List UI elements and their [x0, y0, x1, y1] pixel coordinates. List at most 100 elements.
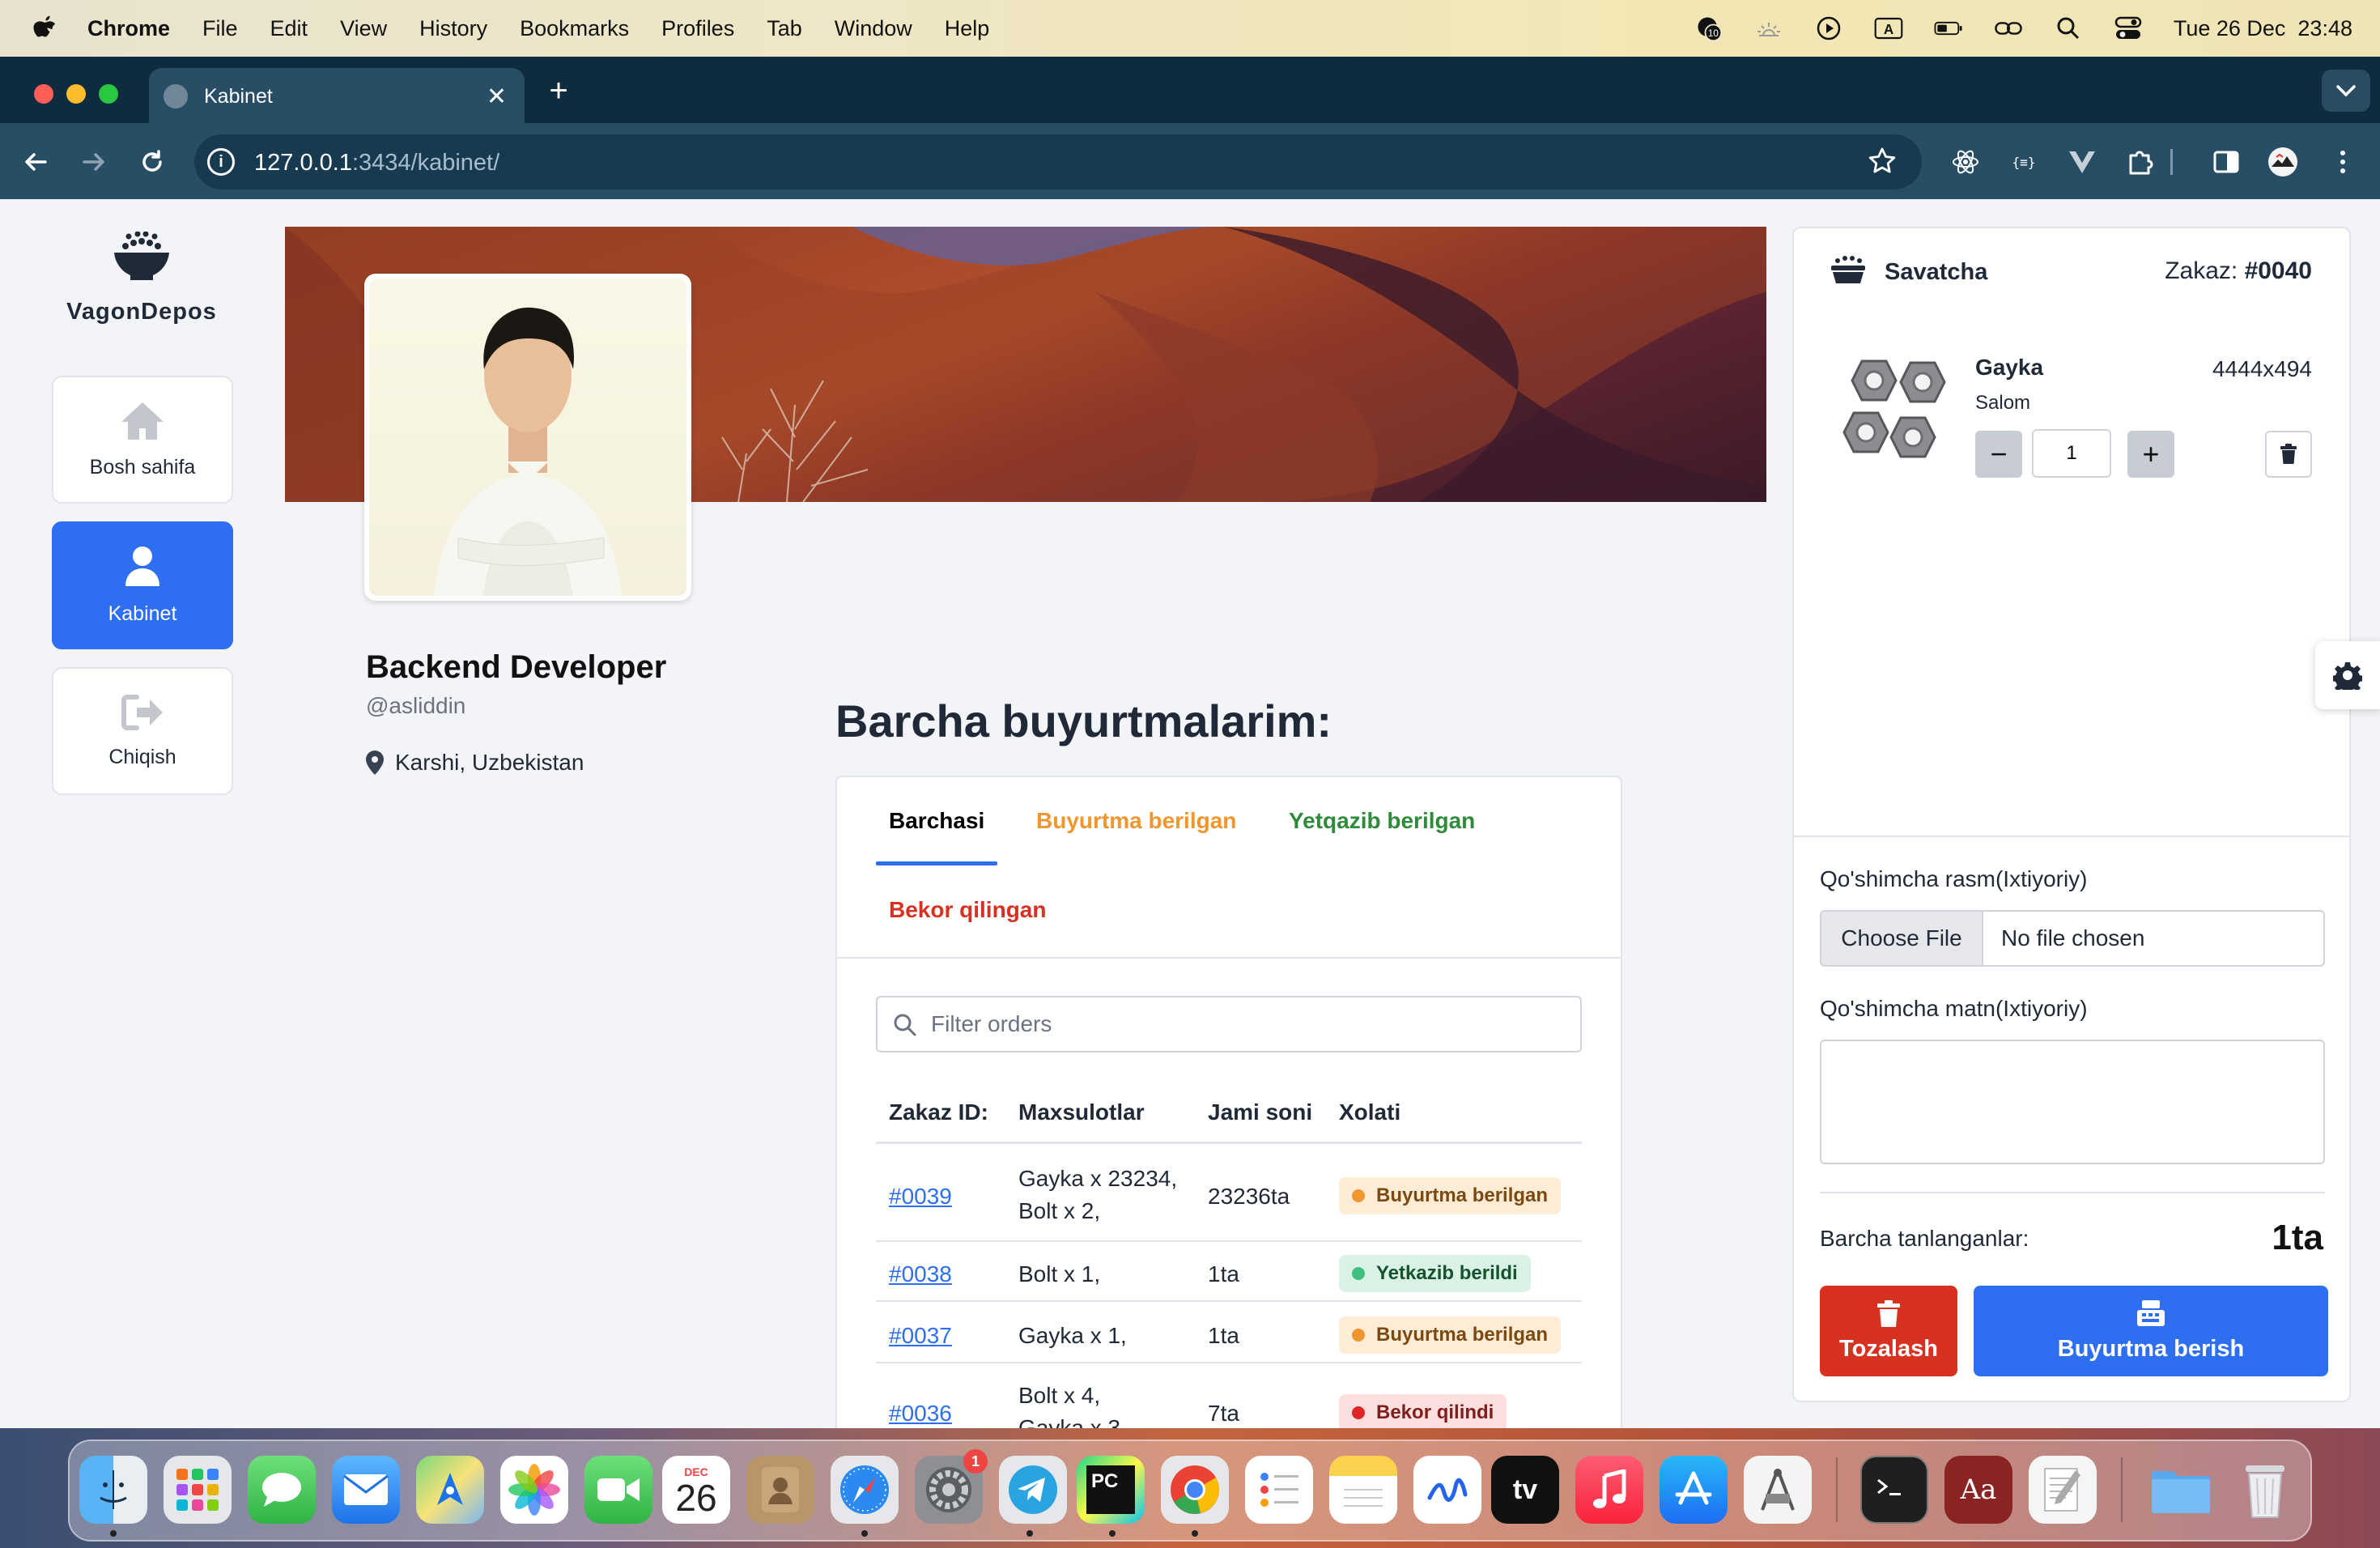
menu-help[interactable]: Help — [945, 16, 990, 41]
app-store-icon[interactable] — [1660, 1456, 1728, 1524]
menu-view[interactable]: View — [340, 16, 387, 41]
increase-quantity-button[interactable]: + — [2127, 431, 2174, 478]
browser-tab-kabinet[interactable]: Kabinet ✕ — [149, 68, 525, 125]
window-close-button[interactable] — [34, 84, 53, 104]
music-icon[interactable] — [1575, 1456, 1643, 1524]
tab-ordered[interactable]: Buyurtma berilgan — [1036, 808, 1236, 834]
tab-search-button[interactable] — [2322, 70, 2370, 112]
vue-devtools-icon[interactable] — [2066, 146, 2098, 178]
order-link[interactable]: #0039 — [889, 1184, 952, 1209]
filter-orders-field[interactable] — [876, 996, 1582, 1053]
json-extension-icon[interactable]: {≡} — [2008, 146, 2040, 178]
menu-profiles[interactable]: Profiles — [661, 16, 734, 41]
reload-button[interactable] — [136, 146, 168, 178]
maps-icon[interactable] — [416, 1456, 484, 1524]
trash-icon[interactable] — [2231, 1456, 2299, 1524]
bookmark-star-icon[interactable] — [1867, 146, 1898, 181]
menu-bookmarks[interactable]: Bookmarks — [520, 16, 629, 41]
table-row-order-id[interactable]: #0036 — [889, 1397, 952, 1428]
reminders-icon[interactable] — [1245, 1456, 1313, 1524]
menu-window[interactable]: Window — [835, 16, 912, 41]
downloads-folder-icon[interactable] — [2147, 1456, 2215, 1524]
tab-delivered[interactable]: Yetqazib berilgan — [1289, 808, 1475, 834]
contacts-icon[interactable] — [746, 1456, 814, 1524]
apple-menu-icon[interactable] — [31, 12, 58, 45]
notes-icon[interactable] — [1329, 1456, 1397, 1524]
photos-icon[interactable] — [500, 1456, 568, 1524]
spotlight-search-icon[interactable] — [2054, 14, 2083, 43]
quantity-input[interactable] — [2032, 429, 2111, 478]
freeform-icon[interactable] — [1413, 1456, 1481, 1524]
note-textarea[interactable] — [1820, 1040, 2325, 1164]
notification-badge-icon[interactable]: 10 — [1694, 14, 1723, 43]
system-information-icon[interactable] — [1744, 1456, 1812, 1524]
terminal-icon[interactable] — [1860, 1456, 1928, 1524]
filter-orders-input[interactable] — [931, 997, 1562, 1051]
control-center-icon[interactable] — [2114, 14, 2143, 43]
address-bar[interactable]: i 127.0.0.1:3434/kabinet/ — [194, 134, 1922, 189]
window-minimize-button[interactable] — [66, 84, 86, 104]
window-zoom-button[interactable] — [99, 84, 118, 104]
sidebar-item-kabinet[interactable]: Kabinet — [52, 521, 233, 649]
order-link[interactable]: #0038 — [889, 1261, 952, 1286]
back-button[interactable] — [19, 146, 52, 178]
extensions-puzzle-icon[interactable] — [2124, 146, 2157, 178]
decrease-quantity-button[interactable]: − — [1975, 431, 2022, 478]
system-settings-icon[interactable]: 1 — [915, 1449, 988, 1524]
sidebar-item-home[interactable]: Bosh sahifa — [52, 376, 233, 504]
pycharm-icon[interactable]: PC — [1077, 1456, 1145, 1524]
brightness-icon[interactable] — [1754, 14, 1783, 43]
mail-icon[interactable] — [332, 1456, 400, 1524]
input-source-icon[interactable]: A — [1874, 14, 1903, 43]
site-info-icon[interactable]: i — [207, 148, 235, 176]
globe-icon — [164, 84, 188, 108]
dictionary-icon[interactable]: Aa — [1944, 1456, 2012, 1524]
side-panel-icon[interactable] — [2210, 146, 2242, 178]
delete-item-button[interactable] — [2265, 431, 2312, 478]
battery-icon[interactable] — [1934, 14, 1963, 43]
tab-cancelled[interactable]: Bekor qilingan — [889, 897, 1046, 923]
file-upload-field[interactable]: Choose File No file chosen — [1820, 910, 2325, 967]
textedit-icon[interactable] — [2029, 1456, 2097, 1524]
menu-history[interactable]: History — [419, 16, 487, 41]
chrome-menu-icon[interactable] — [2327, 146, 2359, 178]
choose-file-button[interactable]: Choose File — [1821, 912, 1983, 965]
menu-tab[interactable]: Tab — [767, 16, 802, 41]
tab-close-icon[interactable]: ✕ — [487, 83, 507, 111]
react-devtools-icon[interactable] — [1949, 146, 1982, 178]
safari-icon[interactable] — [831, 1456, 899, 1524]
screen-mirror-icon[interactable] — [1994, 14, 2023, 43]
menu-app-name[interactable]: Chrome — [87, 16, 170, 41]
status-badge: Bekor qilindi — [1339, 1394, 1507, 1428]
facetime-icon[interactable] — [584, 1456, 652, 1524]
tab-all[interactable]: Barchasi — [889, 808, 984, 834]
new-tab-button[interactable]: + — [544, 74, 573, 107]
profile-avatar-icon[interactable] — [2267, 146, 2299, 178]
calendar-icon[interactable]: DEC 26 — [662, 1456, 730, 1524]
menubar-clock[interactable]: Tue 26 Dec 23:48 — [2174, 16, 2352, 41]
menu-edit[interactable]: Edit — [270, 16, 308, 41]
telegram-icon[interactable] — [999, 1456, 1067, 1524]
url-text[interactable]: 127.0.0.1:3434/kabinet/ — [254, 150, 499, 176]
submit-order-button[interactable]: Buyurtma berish — [1974, 1286, 2328, 1376]
table-row-order-id[interactable]: #0039 — [889, 1180, 952, 1213]
cart-item-name: Gayka — [1975, 355, 2044, 380]
order-link[interactable]: #0036 — [889, 1401, 952, 1426]
messages-icon[interactable] — [248, 1456, 316, 1524]
sidebar-item-logout[interactable]: Chiqish — [52, 667, 233, 795]
clear-cart-button[interactable]: Tozalash — [1820, 1286, 1957, 1376]
order-link[interactable]: #0037 — [889, 1323, 952, 1348]
settings-button[interactable] — [2315, 641, 2380, 709]
play-icon[interactable] — [1814, 14, 1843, 43]
menu-file[interactable]: File — [202, 16, 238, 41]
table-row-products: Bolt x 1, — [1018, 1261, 1101, 1286]
brand-logo[interactable]: VagonDepos — [49, 231, 235, 325]
launchpad-icon[interactable] — [164, 1456, 232, 1524]
apple-tv-label: tv — [1512, 1474, 1538, 1505]
chrome-icon[interactable] — [1161, 1456, 1229, 1524]
table-row-order-id[interactable]: #0038 — [889, 1258, 952, 1291]
table-row-order-id[interactable]: #0037 — [889, 1320, 952, 1352]
forward-button[interactable] — [78, 146, 110, 178]
apple-tv-icon[interactable]: tv — [1491, 1456, 1559, 1524]
finder-icon[interactable] — [79, 1456, 147, 1524]
